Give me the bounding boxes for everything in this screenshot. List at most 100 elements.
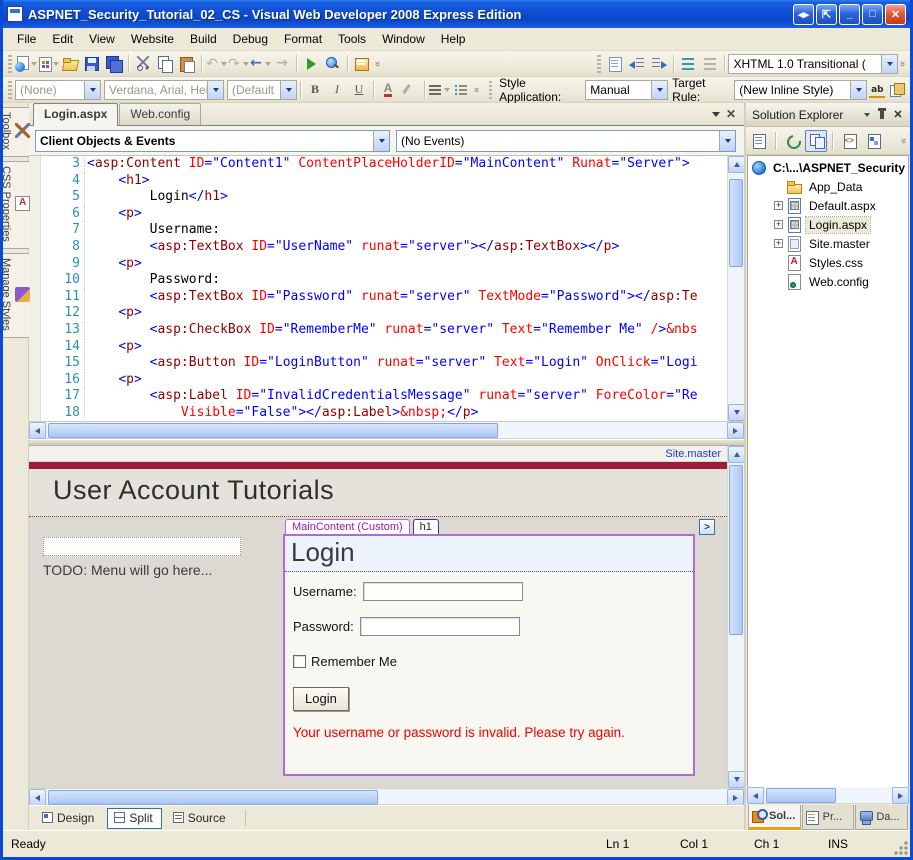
tab-database-explorer[interactable]: Da... xyxy=(855,805,908,830)
code-line-16[interactable]: 16 <p> xyxy=(41,372,727,389)
tree-item-styles-css[interactable]: Styles.css xyxy=(748,253,908,272)
panel-menu-icon[interactable] xyxy=(858,107,874,122)
display-details-button[interactable] xyxy=(604,53,626,75)
font-size-dropdown[interactable]: (Default xyxy=(227,80,297,100)
tab-login-aspx[interactable]: Login.aspx xyxy=(33,103,118,126)
tab-web-config[interactable]: Web.config xyxy=(119,103,201,125)
smart-tag-button[interactable]: > xyxy=(699,519,715,535)
chevron-down-icon[interactable] xyxy=(719,131,735,151)
scroll-down-icon[interactable] xyxy=(728,404,745,421)
code-line-8[interactable]: 8 <asp:TextBox ID="UserName" runat="serv… xyxy=(41,239,727,256)
menu-tools[interactable]: Tools xyxy=(330,29,374,49)
design-surface[interactable]: Site.master User Account Tutorials TODO:… xyxy=(29,446,727,788)
scroll-down-icon[interactable] xyxy=(728,771,745,788)
minimize-button[interactable]: _ xyxy=(839,4,860,25)
menu-build[interactable]: Build xyxy=(182,29,225,49)
design-vertical-scrollbar[interactable] xyxy=(727,446,744,788)
solution-explorer-title-bar[interactable]: Solution Explorer ✕ xyxy=(746,103,910,127)
start-debugging-button[interactable] xyxy=(300,53,322,75)
scroll-left-icon[interactable] xyxy=(29,789,46,806)
bold-button[interactable]: B xyxy=(304,79,326,101)
font-dropdown[interactable]: Verdana, Arial, Hel xyxy=(104,80,224,100)
menu-format[interactable]: Format xyxy=(276,29,330,49)
tree-item-app-data[interactable]: App_Data xyxy=(748,177,908,196)
code-line-17[interactable]: 17 <asp:Label ID="InvalidCredentialsMess… xyxy=(41,388,727,405)
scroll-right-icon[interactable] xyxy=(727,422,744,439)
uncomment-selection-button[interactable] xyxy=(699,53,721,75)
scroll-thumb[interactable] xyxy=(729,465,743,635)
menu-edit[interactable]: Edit xyxy=(44,29,81,49)
code-line-4[interactable]: 4 <h1> xyxy=(41,173,727,190)
window-popout-button[interactable]: ⇱ xyxy=(816,4,837,25)
toolbar-grip[interactable] xyxy=(597,55,601,73)
source-horizontal-scrollbar[interactable] xyxy=(29,422,744,439)
toolbar-overflow-icon[interactable]: » xyxy=(372,59,383,68)
manage-style-sheets-button[interactable] xyxy=(887,79,907,101)
scroll-up-icon[interactable] xyxy=(728,446,745,463)
menu-window[interactable]: Window xyxy=(374,29,433,49)
login-button[interactable]: Login xyxy=(293,687,349,711)
tree-item-login-aspx[interactable]: +Login.aspx xyxy=(748,215,908,234)
alignment-button[interactable] xyxy=(428,79,450,101)
navigate-forward-button[interactable]: → xyxy=(271,53,293,75)
toolbar-grip[interactable] xyxy=(8,81,12,99)
pin-icon[interactable] xyxy=(874,107,890,122)
save-button[interactable] xyxy=(81,53,103,75)
navigate-backward-button[interactable]: ← xyxy=(249,53,271,75)
code-line-13[interactable]: 13 <asp:CheckBox ID="RememberMe" runat="… xyxy=(41,322,727,339)
code-line-9[interactable]: 9 <p> xyxy=(41,256,727,273)
increase-indent-button[interactable] xyxy=(648,53,670,75)
chevron-down-icon[interactable] xyxy=(373,131,389,151)
cut-button[interactable] xyxy=(132,53,154,75)
view-in-browser-button[interactable] xyxy=(322,53,344,75)
document-list-icon[interactable] xyxy=(712,112,720,117)
event-dropdown[interactable]: (No Events) xyxy=(396,130,736,152)
refresh-button[interactable] xyxy=(781,130,803,152)
copy-button[interactable] xyxy=(154,53,176,75)
open-file-button[interactable] xyxy=(59,53,81,75)
scroll-left-icon[interactable] xyxy=(29,422,46,439)
edit-inline-style-button[interactable]: ab xyxy=(867,79,887,101)
source-view-button[interactable]: Source xyxy=(166,808,235,829)
menu-debug[interactable]: Debug xyxy=(225,29,276,49)
expand-icon[interactable]: + xyxy=(774,201,783,210)
split-view-button[interactable]: Split xyxy=(107,808,161,829)
style-application-dropdown[interactable]: Manual xyxy=(585,80,668,100)
close-button[interactable]: ✕ xyxy=(885,4,906,25)
underline-button[interactable]: U xyxy=(348,79,370,101)
expand-icon[interactable]: + xyxy=(774,220,783,229)
properties-window-button[interactable] xyxy=(748,130,770,152)
username-input[interactable] xyxy=(363,582,523,601)
chevron-down-icon[interactable] xyxy=(651,81,667,99)
scroll-track[interactable] xyxy=(728,463,744,771)
other-windows-button[interactable] xyxy=(351,53,373,75)
tree-item-c-aspnet-security[interactable]: C:\...\ASPNET_Security xyxy=(748,158,908,177)
split-view-divider[interactable] xyxy=(29,439,744,446)
code-line-3[interactable]: 3<asp:Content ID="Content1" ContentPlace… xyxy=(41,156,727,173)
panel-horizontal-scrollbar[interactable] xyxy=(747,787,909,804)
remember-me-checkbox[interactable] xyxy=(293,655,306,668)
panel-close-icon[interactable]: ✕ xyxy=(890,107,906,122)
scroll-left-icon[interactable] xyxy=(747,787,764,804)
close-document-icon[interactable]: ✕ xyxy=(726,107,736,121)
code-line-5[interactable]: 5 Login</h1> xyxy=(41,189,727,206)
view-designer-button[interactable] xyxy=(862,130,884,152)
maincontent-region[interactable]: Login Username: Password: xyxy=(283,534,695,776)
code-line-15[interactable]: 15 <asp:Button ID="LoginButton" runat="s… xyxy=(41,355,727,372)
bullet-list-button[interactable] xyxy=(450,79,472,101)
toolbar-overflow-icon[interactable]: » xyxy=(471,85,482,94)
code-line-10[interactable]: 10 Password: xyxy=(41,272,727,289)
code-lines[interactable]: 3<asp:Content ID="Content1" ContentPlace… xyxy=(41,156,727,421)
chevron-down-icon[interactable] xyxy=(881,55,897,73)
resize-grip[interactable] xyxy=(894,841,910,857)
scroll-right-icon[interactable] xyxy=(727,789,744,806)
scroll-up-icon[interactable] xyxy=(728,156,745,173)
code-line-14[interactable]: 14 <p> xyxy=(41,339,727,356)
scroll-thumb[interactable] xyxy=(766,788,836,803)
tree-item-site-master[interactable]: +Site.master xyxy=(748,234,908,253)
tab-properties[interactable]: Pr... xyxy=(802,805,855,830)
login-heading[interactable]: Login xyxy=(285,536,693,572)
doctype-dropdown[interactable]: XHTML 1.0 Transitional ( xyxy=(728,54,898,74)
new-website-button[interactable] xyxy=(15,53,37,75)
scroll-track[interactable] xyxy=(46,422,727,439)
